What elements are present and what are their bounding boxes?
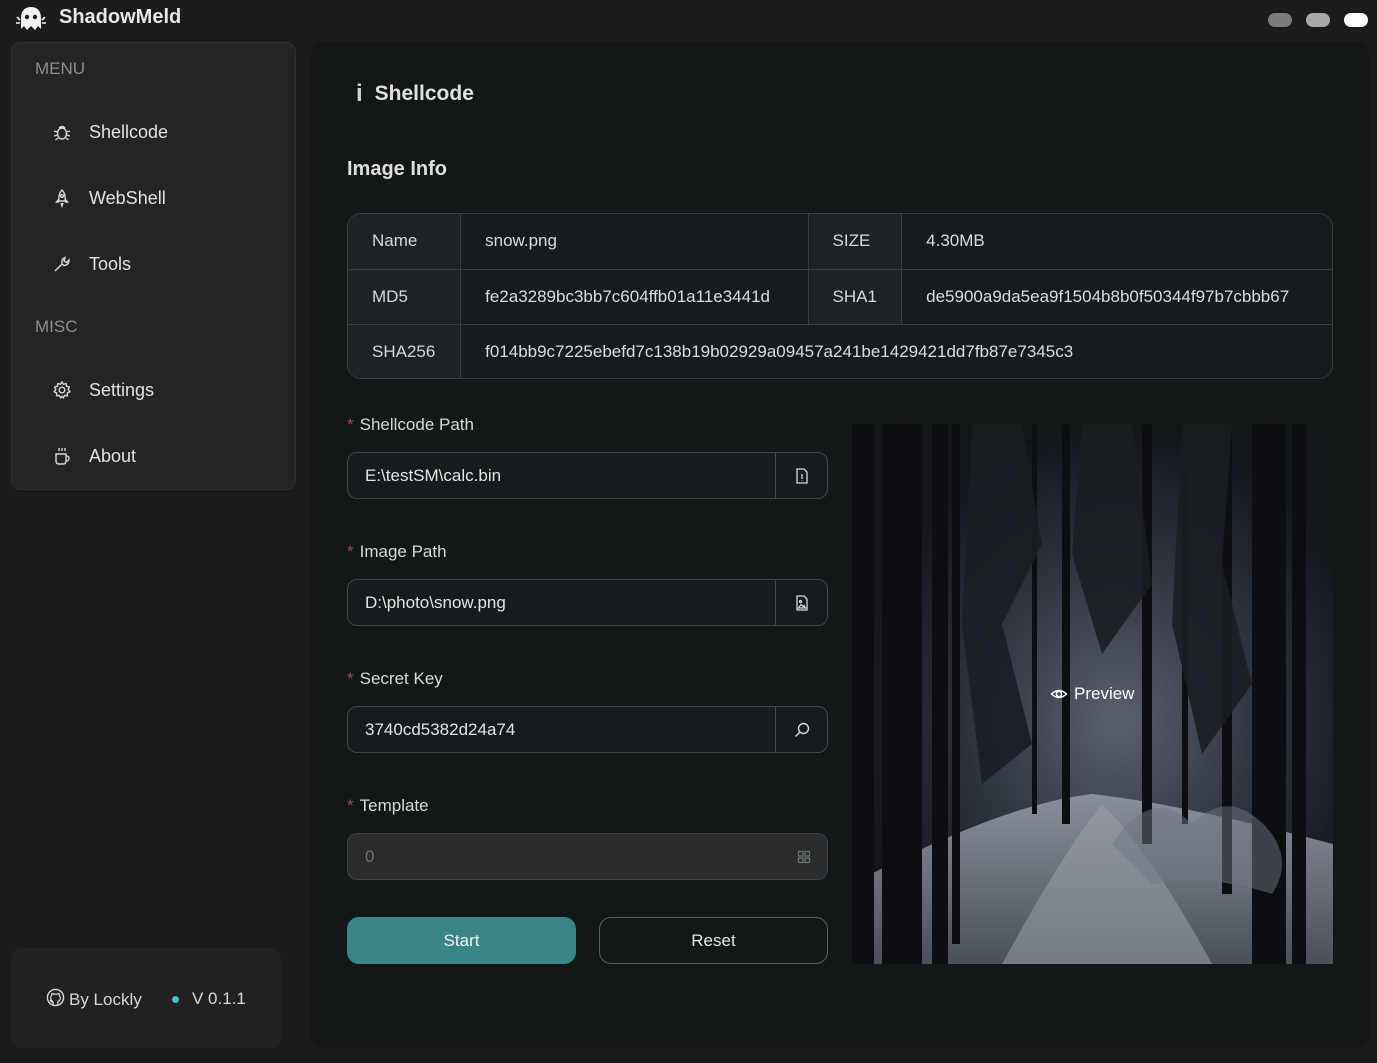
sidebar-item-label: Settings	[89, 379, 155, 400]
name-value: snow.png	[460, 214, 809, 270]
bug-icon	[52, 122, 72, 142]
sha1-value: de5900a9da5ea9f1504b8b0f50344f97b7cbbb67	[901, 269, 1332, 325]
table-row: Name snow.png SIZE 4.30MB	[348, 214, 1332, 270]
sidebar-item-shellcode[interactable]: Shellcode	[52, 117, 168, 147]
image-file-icon	[795, 594, 808, 611]
sha256-value: f014bb9c7225ebefd7c138b19b02929a09457a24…	[460, 324, 1332, 378]
status-dot	[172, 996, 179, 1003]
image-preview[interactable]: Preview	[852, 424, 1333, 964]
sidebar-item-webshell[interactable]: WebShell	[52, 183, 166, 213]
preview-button[interactable]: Preview	[1050, 684, 1134, 704]
sidebar-item-settings[interactable]: Settings	[52, 375, 154, 405]
title-bar: ShadowMeld	[0, 0, 1377, 40]
info-icon: i	[356, 80, 363, 107]
ghost-icon	[16, 4, 46, 34]
preview-label: Preview	[1074, 684, 1135, 703]
shellcode-path-label: * Shellcode Path	[347, 415, 474, 434]
page-header: i Shellcode	[356, 80, 474, 108]
minimize-button[interactable]	[1268, 13, 1292, 27]
image-path-label: * Image Path	[347, 542, 447, 561]
required-mark: *	[347, 796, 354, 815]
author-link[interactable]: By Lockly	[46, 988, 142, 1012]
sidebar-item-about[interactable]: About	[52, 441, 136, 471]
main-panel: i Shellcode Image Info Name snow.png SIZ…	[311, 42, 1369, 1048]
sidebar-item-label: WebShell	[89, 187, 166, 208]
github-icon	[46, 988, 69, 1012]
size-value: 4.30MB	[901, 214, 1332, 270]
secret-key-field[interactable]: 3740cd5382d24a74	[347, 706, 828, 753]
file-icon	[795, 467, 808, 484]
section-misc-title: MISC	[35, 317, 78, 336]
maximize-button[interactable]	[1306, 13, 1330, 27]
sha1-key: SHA1	[808, 269, 903, 325]
image-info-table: Name snow.png SIZE 4.30MB MD5 fe2a3289bc…	[347, 213, 1333, 379]
secret-key-label: * Secret Key	[347, 669, 443, 688]
close-button[interactable]	[1344, 13, 1368, 27]
image-path-value[interactable]: D:\photo\snow.png	[348, 593, 775, 613]
sha256-key: SHA256	[348, 324, 462, 378]
md5-value: fe2a3289bc3bb7c604ffb01a11e3441d	[460, 269, 809, 325]
coffee-icon	[52, 446, 72, 466]
sidebar-item-tools[interactable]: Tools	[52, 249, 131, 279]
browse-image-button[interactable]	[775, 580, 827, 625]
gear-icon	[52, 380, 72, 400]
reset-button[interactable]: Reset	[599, 917, 828, 964]
eye-icon	[1050, 689, 1068, 699]
image-path-field[interactable]: D:\photo\snow.png	[347, 579, 828, 626]
table-row: MD5 fe2a3289bc3bb7c604ffb01a11e3441d SHA…	[348, 269, 1332, 325]
shellcode-path-value[interactable]: E:\testSM\calc.bin	[348, 466, 775, 486]
sidebar-item-label: Tools	[89, 253, 132, 274]
section-title: Image Info	[347, 158, 448, 180]
required-mark: *	[347, 415, 354, 434]
sidebar-item-label: About	[89, 445, 137, 466]
wrench-icon	[52, 254, 72, 274]
start-button[interactable]: Start	[347, 917, 576, 964]
grid-icon	[781, 850, 827, 864]
sidebar: MENU Shellcode WebShell Tools MISC Setti…	[11, 42, 296, 490]
sidebar-footer: By Lockly V 0.1.1	[11, 948, 281, 1048]
template-select[interactable]: 0	[347, 833, 828, 880]
table-row: SHA256 f014bb9c7225ebefd7c138b19b02929a0…	[348, 324, 1332, 378]
app-title: ShadowMeld	[59, 6, 182, 28]
page-title: Shellcode	[374, 82, 474, 105]
required-mark: *	[347, 669, 354, 688]
section-menu-title: MENU	[35, 59, 86, 78]
search-key-button[interactable]	[775, 707, 827, 752]
template-label: * Template	[347, 796, 429, 815]
browse-file-button[interactable]	[775, 453, 827, 498]
template-value: 0	[365, 846, 375, 866]
version-label: V 0.1.1	[192, 989, 246, 1008]
required-mark: *	[347, 542, 354, 561]
name-key: Name	[348, 214, 462, 270]
md5-key: MD5	[348, 269, 462, 325]
rocket-icon	[52, 188, 72, 208]
secret-key-value[interactable]: 3740cd5382d24a74	[348, 720, 775, 740]
author-label: By Lockly	[69, 990, 142, 1009]
size-key: SIZE	[808, 214, 903, 270]
sidebar-item-label: Shellcode	[89, 121, 169, 142]
shellcode-path-field[interactable]: E:\testSM\calc.bin	[347, 452, 828, 499]
search-icon	[794, 722, 809, 737]
